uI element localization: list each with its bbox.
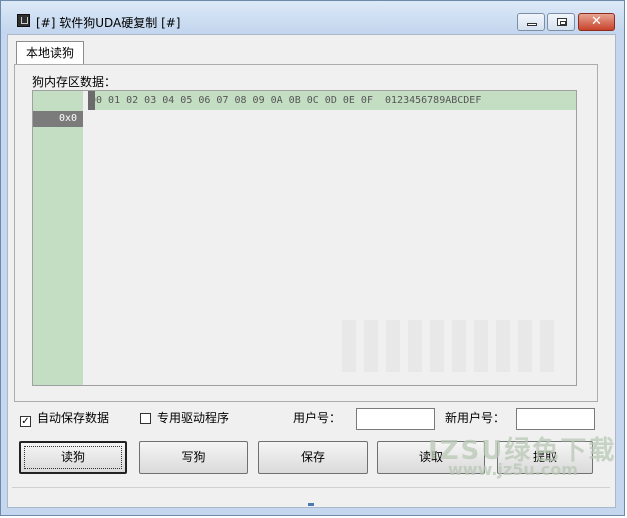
- title-bar[interactable]: [#] 软件狗UDA硬复制 [#] ✕: [1, 1, 624, 33]
- user-id-input[interactable]: [356, 408, 435, 430]
- maximize-button[interactable]: [547, 13, 575, 31]
- driver-checkbox-box[interactable]: [140, 413, 151, 424]
- driver-label: 专用驱动程序: [157, 411, 230, 425]
- close-button[interactable]: ✕: [578, 13, 615, 31]
- new-user-id-input[interactable]: [516, 408, 595, 430]
- save-button[interactable]: 保存: [258, 441, 368, 474]
- watermark-url: www.jz5u.com: [448, 460, 578, 479]
- auto-save-checkbox-box[interactable]: ✓: [20, 416, 31, 427]
- row-header-column: [33, 91, 83, 385]
- auto-save-label: 自动保存数据: [37, 411, 110, 425]
- watermark-ghost: [342, 320, 562, 372]
- new-user-id-label: 新用户号：: [445, 411, 506, 425]
- grid-cursor: [88, 91, 95, 110]
- write-dongle-button[interactable]: 写狗: [139, 441, 248, 474]
- app-icon: [17, 14, 30, 27]
- close-icon: ✕: [591, 14, 602, 29]
- read-dongle-button[interactable]: 读狗: [19, 441, 127, 474]
- maximize-icon: [557, 18, 567, 26]
- grid-corner: [33, 91, 83, 110]
- tab-local-read[interactable]: 本地读狗: [16, 41, 84, 65]
- window-title: [#] 软件狗UDA硬复制 [#]: [36, 16, 181, 30]
- row-label[interactable]: 0x0: [33, 111, 83, 127]
- minimize-button[interactable]: [517, 13, 545, 31]
- auto-save-checkbox[interactable]: ✓ 自动保存数据: [20, 411, 110, 427]
- user-id-label: 用户号：: [293, 411, 342, 425]
- memory-section-label: 狗内存区数据：: [32, 75, 117, 89]
- minimize-icon: [527, 23, 537, 26]
- column-header: 00 01 02 03 04 05 06 07 08 09 0A 0B 0C 0…: [88, 91, 576, 110]
- driver-checkbox[interactable]: 专用驱动程序: [140, 411, 229, 425]
- status-bar: [12, 487, 610, 506]
